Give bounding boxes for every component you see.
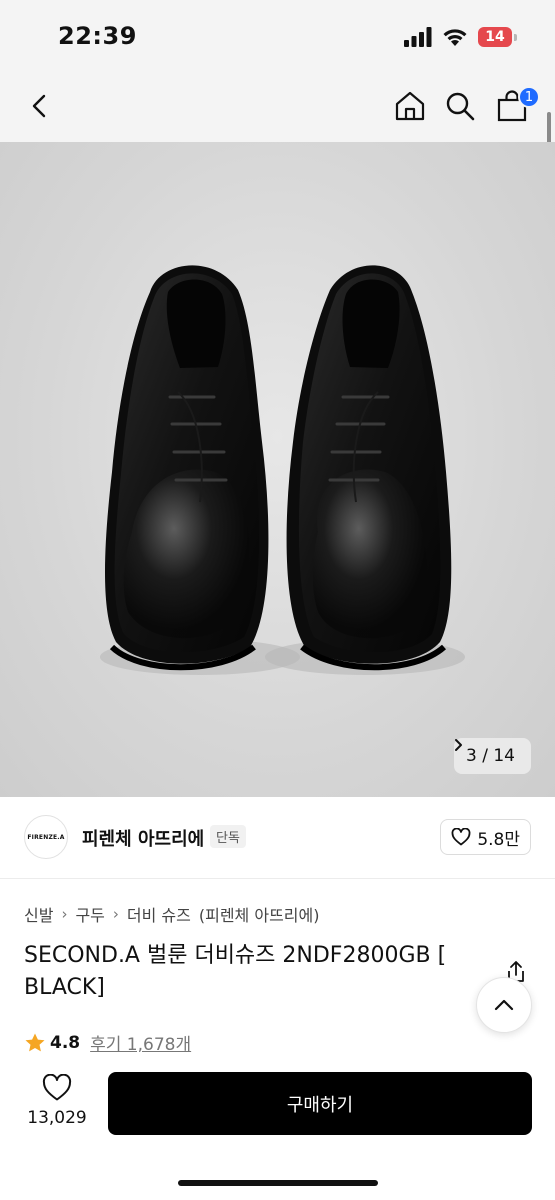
chevron-right-icon: › (61, 905, 68, 923)
status-icons: 14 (404, 24, 517, 50)
image-counter-button[interactable]: 3 / 14 (454, 738, 531, 774)
image-counter: 3 / 14 (466, 746, 515, 766)
wishlist-count: 13,029 (27, 1108, 87, 1128)
home-icon (395, 91, 425, 121)
back-button[interactable] (18, 84, 62, 128)
brand-like-count: 5.8만 (477, 829, 520, 850)
wifi-icon (443, 29, 467, 46)
nav-bar: 1 (0, 70, 555, 142)
chevron-right-icon: › (112, 905, 119, 923)
battery-level: 14 (478, 27, 512, 47)
brand-like-button[interactable]: 5.8만 (440, 819, 531, 855)
home-button[interactable] (388, 84, 432, 128)
left-shoe (105, 265, 269, 671)
exclusive-badge: 단독 (210, 825, 246, 848)
reviews-link[interactable]: 후기 1,678개 (90, 1030, 191, 1055)
buy-button[interactable]: 구매하기 (108, 1072, 532, 1135)
cart-count-badge: 1 (518, 86, 540, 108)
chevron-left-icon (32, 94, 46, 118)
chevron-right-icon (455, 739, 463, 751)
bottom-action-bar: 13,029 구매하기 (0, 1062, 555, 1200)
battery-indicator: 14 (478, 27, 517, 47)
product-image-gallery[interactable]: 3 / 14 (0, 142, 555, 797)
rating-row: 4.8 후기 1,678개 (24, 1030, 191, 1055)
breadcrumb-item-shoes[interactable]: 신발 (24, 902, 53, 926)
brand-name[interactable]: 피렌체 아뜨리에 (82, 825, 204, 851)
wishlist-button[interactable]: 13,029 (22, 1074, 92, 1138)
breadcrumb-item-dress-shoes[interactable]: 구두 (75, 902, 104, 926)
scroll-to-top-button[interactable] (476, 977, 532, 1033)
product-image (100, 265, 465, 675)
breadcrumb-item-derby-shoes[interactable]: 더비 슈즈 (127, 902, 191, 926)
heart-icon (42, 1074, 72, 1101)
chevron-up-icon (494, 999, 514, 1011)
star-icon (25, 1033, 45, 1051)
home-indicator (178, 1180, 378, 1186)
search-button[interactable] (438, 84, 482, 128)
brand-row: FIRENZE.A 피렌체 아뜨리에 단독 5.8만 (0, 797, 555, 879)
search-icon (446, 92, 475, 121)
rating-score: 4.8 (50, 1032, 81, 1053)
breadcrumb-brand: (피렌체 아뜨리에) (198, 906, 320, 925)
breadcrumb: 신발 › 구두 › 더비 슈즈 (피렌체 아뜨리에) (24, 902, 320, 926)
cart-button[interactable]: 1 (490, 84, 540, 128)
right-shoe (286, 265, 452, 671)
status-bar: 22:39 14 (0, 0, 555, 70)
brand-logo[interactable]: FIRENZE.A (24, 815, 68, 859)
status-time: 22:39 (58, 22, 137, 50)
product-title: SECOND.A 벌룬 더비슈즈 2NDF2800GB [ BLACK] (24, 943, 447, 1000)
heart-icon (451, 828, 471, 846)
brand-logo-text: FIRENZE.A (27, 833, 65, 841)
signal-icon (404, 27, 432, 47)
